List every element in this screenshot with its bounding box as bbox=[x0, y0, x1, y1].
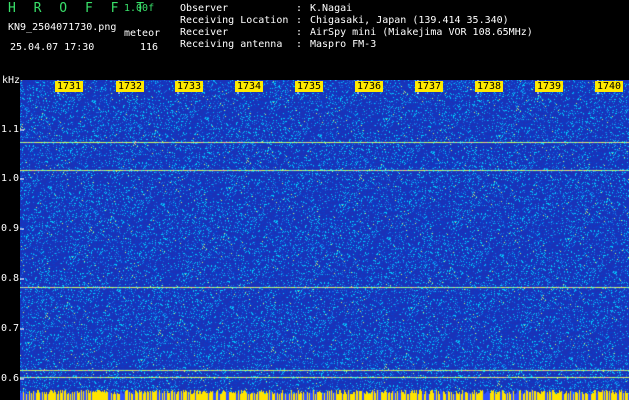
info-value-location: Chigasaki, Japan (139.414 35.340) bbox=[310, 15, 509, 26]
x-tick-label: 1731 bbox=[55, 81, 84, 92]
info-label-antenna: Receiving antenna bbox=[180, 39, 283, 50]
y-tick-label: 0.9 bbox=[1, 223, 20, 234]
x-tick-label: 1736 bbox=[355, 81, 384, 92]
info-colon: : bbox=[296, 15, 303, 26]
x-tick-label: 1737 bbox=[415, 81, 444, 92]
datetime: 25.04.07 17:30 bbox=[10, 42, 95, 53]
info-label-observer: Observer bbox=[180, 3, 229, 14]
info-colon: : bbox=[296, 27, 303, 38]
x-tick-label: 1732 bbox=[116, 81, 145, 92]
spectrogram-grid bbox=[20, 80, 599, 380]
x-tick-label: 1739 bbox=[535, 81, 564, 92]
x-tick-label: 1740 bbox=[595, 81, 624, 92]
info-label-location: Receiving Location bbox=[180, 15, 289, 26]
info-value-antenna: Maspro FM-3 bbox=[310, 39, 377, 50]
y-tick-label: 0.7 bbox=[1, 323, 20, 334]
y-tick-label: 0.8 bbox=[1, 273, 20, 284]
info-value-observer: K.Nagai bbox=[310, 3, 353, 14]
info-label-receiver: Receiver bbox=[180, 27, 229, 38]
app-version: 1.00f bbox=[124, 3, 155, 14]
y-tick-label: 0.6 bbox=[1, 373, 20, 384]
x-tick-label: 1734 bbox=[235, 81, 264, 92]
file-name: KN9_2504071730.png bbox=[8, 22, 117, 33]
x-tick-label: 1733 bbox=[175, 81, 204, 92]
meteor-label: meteor bbox=[124, 28, 161, 39]
info-colon: : bbox=[296, 3, 303, 14]
info-colon: : bbox=[296, 39, 303, 50]
y-tick-label: 1.0 bbox=[1, 173, 20, 184]
x-tick-label: 1735 bbox=[295, 81, 324, 92]
y-tick-label: 1.1 bbox=[1, 124, 20, 135]
info-value-receiver: AirSpy mini (Miakejima VOR 108.65MHz) bbox=[310, 27, 533, 38]
y-axis-unit: kHz bbox=[2, 75, 21, 86]
meteor-count: 116 bbox=[140, 42, 159, 53]
x-tick-label: 1738 bbox=[475, 81, 504, 92]
